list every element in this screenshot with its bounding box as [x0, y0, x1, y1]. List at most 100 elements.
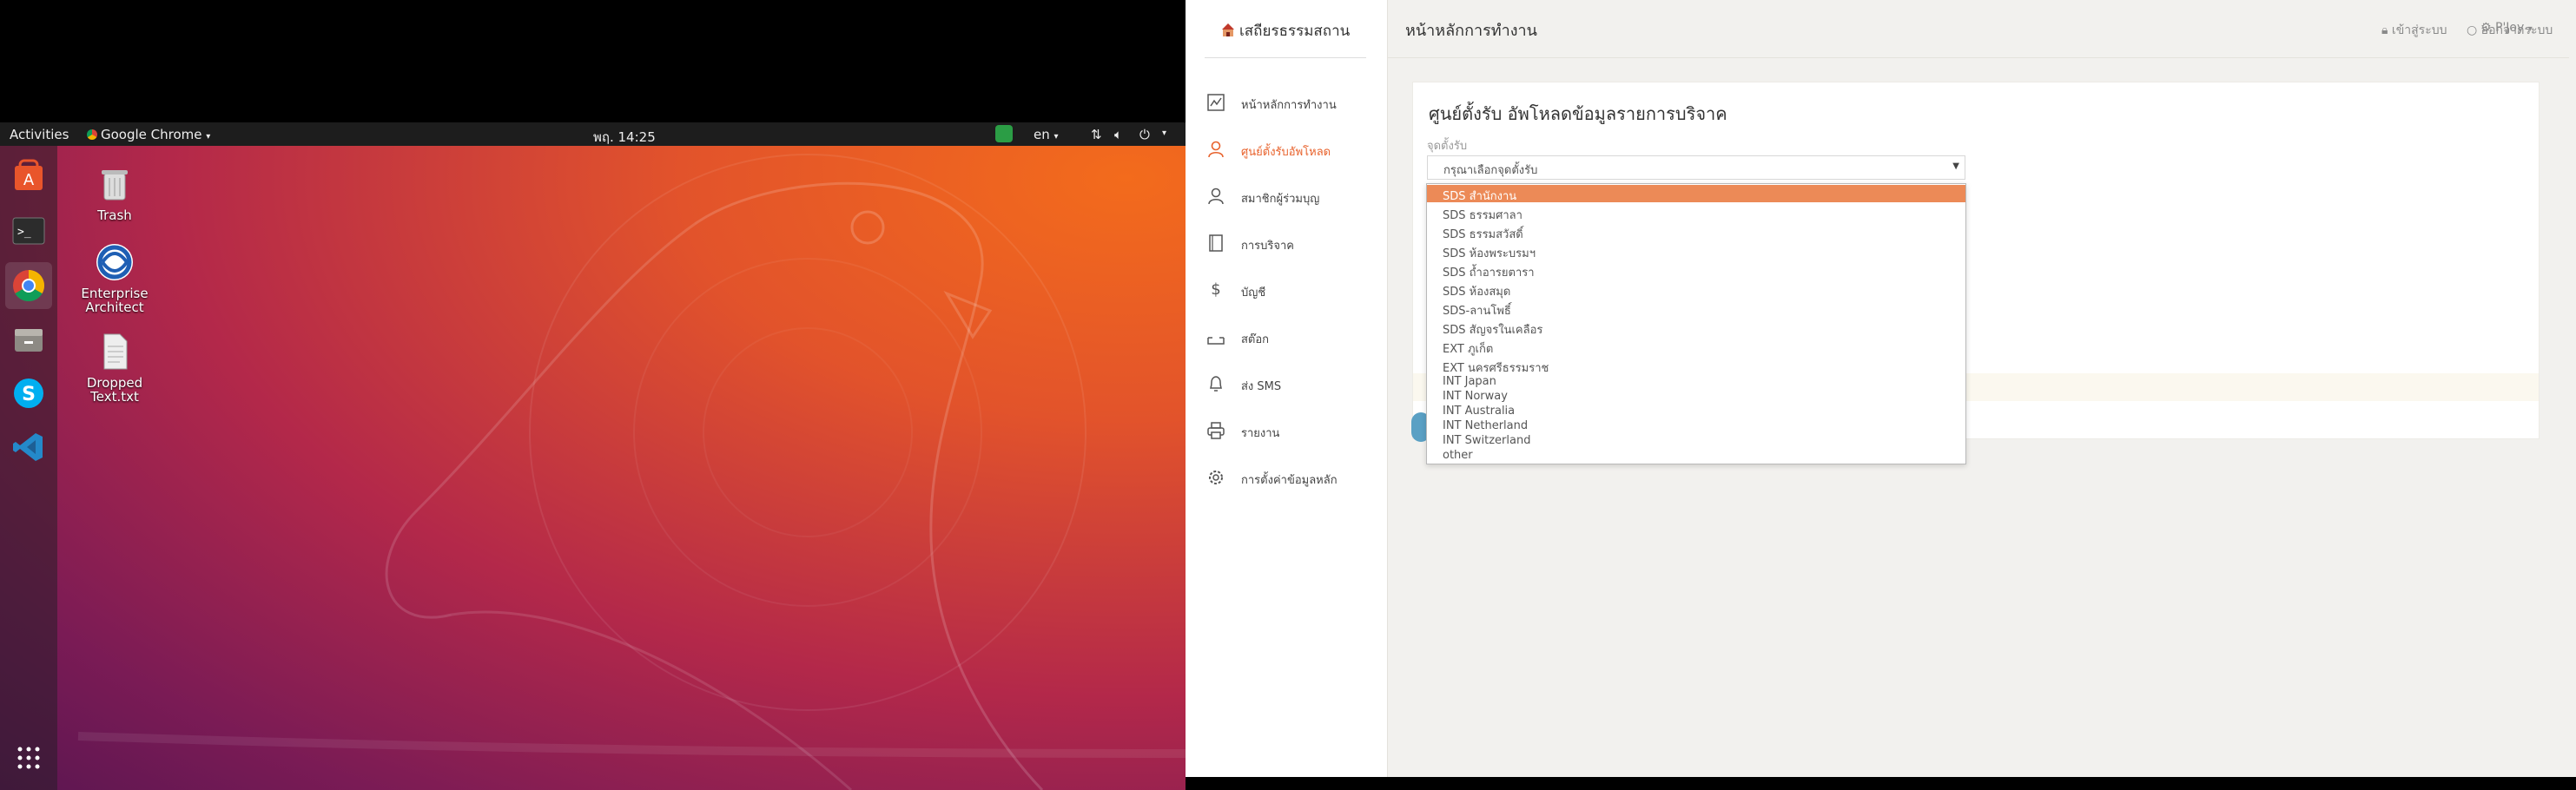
network-icon[interactable]: ⇅ — [1091, 127, 1102, 142]
sidebar-item-label: การบริจาค — [1241, 240, 1295, 253]
gear-icon — [1206, 468, 1225, 487]
system-menu-chevron-icon[interactable]: ▾ — [1162, 128, 1166, 138]
option-label: INT Japan — [1443, 375, 1496, 388]
dropdown-option[interactable]: SDS ธรรมสวัสดิ์ — [1427, 223, 1965, 241]
desktop-icon-label: Dropped Text.txt — [86, 375, 143, 405]
dropdown-option[interactable]: SDS ธรรมศาลา — [1427, 204, 1965, 222]
sidebar-item-donations[interactable]: การบริจาค — [1186, 230, 1387, 256]
temple-logo-icon — [1220, 23, 1236, 38]
show-applications-icon[interactable] — [5, 734, 52, 781]
dropdown-option[interactable]: SDS-ลานโพธิ์ — [1427, 300, 1965, 318]
gear-icon: ⚙ — [2480, 21, 2492, 35]
bell-icon — [1206, 374, 1225, 393]
sidebar-item-stock[interactable]: สต๊อก — [1186, 324, 1387, 350]
sidebar-item-label: บัญชี — [1241, 286, 1266, 300]
desktop-icon-trash[interactable]: Trash — [67, 163, 162, 222]
sidebar-item-upload-center[interactable]: ศูนย์ตั้งรับอัพโหลด — [1186, 136, 1387, 162]
chevron-down-icon: ▾ — [1054, 132, 1059, 142]
collection-point-dropdown-list[interactable]: SDS สำนักงาน SDS ธรรมศาลา SDS ธรรมสวัสดิ… — [1426, 183, 1966, 464]
option-label: SDS สัญจรในเคลือร — [1443, 324, 1543, 337]
sidebar-item-label: สต๊อก — [1241, 333, 1270, 346]
skype-icon[interactable]: S — [5, 370, 52, 417]
desktop-icon-dropped-text[interactable]: Dropped Text.txt — [67, 331, 162, 404]
option-label: SDS ธรรมศาลา — [1443, 209, 1522, 222]
user-dropdown[interactable]: ⚙ P'Joy ▾ — [2480, 21, 2533, 35]
page-title: หน้าหลักการทำงาน — [1405, 22, 1537, 40]
software-center-icon[interactable]: A — [5, 153, 52, 200]
update-notifier-icon[interactable] — [995, 125, 1013, 142]
desktop-icon-enterprise-architect[interactable]: Enterprise Architect — [67, 241, 162, 314]
dollar-icon: $ — [1211, 280, 1221, 299]
desktop-wallpaper: Trash Enterprise Architect Dropped Text.… — [0, 146, 1186, 790]
book-icon — [1206, 234, 1225, 253]
chrome-small-icon — [87, 129, 97, 140]
sidebar-item-dashboard[interactable]: หน้าหลักการทำงาน — [1186, 89, 1387, 115]
sidebar-item-label: การตั้งค่าข้อมูลหลัก — [1241, 474, 1338, 487]
sidebar-item-sms[interactable]: ส่ง SMS — [1186, 371, 1387, 397]
dropdown-option[interactable]: SDS สัญจรในเคลือร — [1427, 319, 1965, 337]
option-label: INT Australia — [1443, 405, 1516, 418]
option-label: EXT ภูเก็ต — [1443, 343, 1494, 356]
chevron-down-icon: ▾ — [2527, 24, 2533, 34]
ubuntu-desktop: Activities Google Chrome ▾ พฤ. 14:25 en … — [0, 0, 1186, 790]
wallpaper-decoration — [77, 154, 1186, 790]
brand[interactable]: เสถียรธรรมสถาน — [1220, 19, 1350, 43]
desktop-icon-label: Trash — [97, 207, 132, 223]
user-name: P'Joy — [2495, 21, 2525, 35]
sidebar-item-label: ส่ง SMS — [1241, 380, 1282, 393]
sidebar-item-label: รายงาน — [1241, 427, 1280, 440]
gnome-top-bar: Activities Google Chrome ▾ พฤ. 14:25 en … — [0, 122, 1186, 146]
caret-down-icon: ▼ — [1952, 161, 1959, 171]
option-label: SDS-ลานโพธิ์ — [1443, 305, 1511, 318]
svg-text:S: S — [22, 384, 36, 405]
dropdown-option[interactable]: EXT ภูเก็ต — [1427, 338, 1965, 356]
dropdown-option[interactable]: SDS ถ้ำอารยตารา — [1427, 261, 1965, 280]
login-link[interactable]: 🔒︎ เข้าสู่ระบบ — [2381, 21, 2447, 40]
files-icon[interactable] — [5, 316, 52, 363]
option-label: INT Switzerland — [1443, 434, 1531, 447]
activities-button[interactable]: Activities — [10, 127, 69, 142]
option-label: INT Norway — [1443, 390, 1508, 403]
inbox-icon — [1206, 327, 1225, 346]
option-label: SDS ธรรมสวัสดิ์ — [1443, 228, 1523, 241]
dropdown-option[interactable]: other — [1427, 447, 1965, 464]
sidebar-item-members[interactable]: สมาชิกผู้ร่วมบุญ — [1186, 183, 1387, 209]
card-title: ศูนย์ตั้งรับ อัพโหลดข้อมูลรายการบริจาค — [1429, 103, 1727, 124]
terminal-icon[interactable]: >_ — [5, 208, 52, 255]
app-menu[interactable]: Google Chrome ▾ — [87, 127, 210, 142]
dropdown-option[interactable]: SDS ห้องสมุด — [1427, 280, 1965, 299]
option-label: SDS ห้องสมุด — [1443, 286, 1511, 299]
chrome-icon[interactable] — [5, 262, 52, 309]
enterprise-architect-icon — [94, 241, 135, 283]
clock[interactable]: พฤ. 14:25 — [593, 127, 656, 148]
dropdown-option[interactable]: EXT นครศรีธรรมราช — [1427, 357, 1965, 375]
collection-point-select[interactable]: กรุณาเลือกจุดตั้งรับ ▼ — [1427, 155, 1965, 180]
brand-name: เสถียรธรรมสถาน — [1239, 23, 1351, 40]
text-file-icon — [94, 331, 135, 372]
sidebar-item-accounts[interactable]: $ บัญชี — [1186, 277, 1387, 303]
sidebar-item-reports[interactable]: รายงาน — [1186, 418, 1387, 444]
sidebar-item-settings[interactable]: การตั้งค่าข้อมูลหลัก — [1186, 464, 1387, 490]
sidebar-item-label: ศูนย์ตั้งรับอัพโหลด — [1241, 146, 1331, 159]
sidebar: เสถียรธรรมสถาน หน้าหลักการทำงาน ศูนย์ตั้… — [1186, 0, 1388, 777]
option-label: SDS สำนักงาน — [1443, 190, 1517, 203]
desktop-icon-label: Enterprise Architect — [81, 286, 149, 315]
option-label: SDS ห้องพระบรมฯ — [1443, 247, 1536, 260]
select-placeholder: กรุณาเลือกจุดตั้งรับ — [1443, 164, 1538, 177]
circle-icon: ○ — [2467, 23, 2478, 37]
page-header: หน้าหลักการทำงาน 🔒︎ เข้าสู่ระบบ ○ ออกจาก… — [1388, 0, 2569, 58]
option-label: INT Netherland — [1443, 419, 1529, 432]
svg-text:A: A — [23, 171, 35, 189]
power-icon[interactable]: ⏻ — [1139, 127, 1150, 142]
trash-icon — [94, 163, 135, 205]
user-icon — [1206, 187, 1225, 206]
dropdown-option[interactable]: SDS สำนักงาน — [1427, 185, 1965, 203]
dropdown-option[interactable]: SDS ห้องพระบรมฯ — [1427, 242, 1965, 260]
vscode-icon[interactable] — [5, 424, 52, 471]
sidebar-item-label: สมาชิกผู้ร่วมบุญ — [1241, 193, 1320, 206]
sidebar-item-label: หน้าหลักการทำงาน — [1241, 99, 1337, 112]
input-language[interactable]: en ▾ — [1034, 127, 1059, 142]
volume-icon[interactable]: 🔈︎ — [1114, 127, 1122, 142]
ubuntu-dock: A >_ S — [0, 146, 57, 790]
collection-point-label: จุดตั้งรับ — [1427, 140, 1468, 153]
